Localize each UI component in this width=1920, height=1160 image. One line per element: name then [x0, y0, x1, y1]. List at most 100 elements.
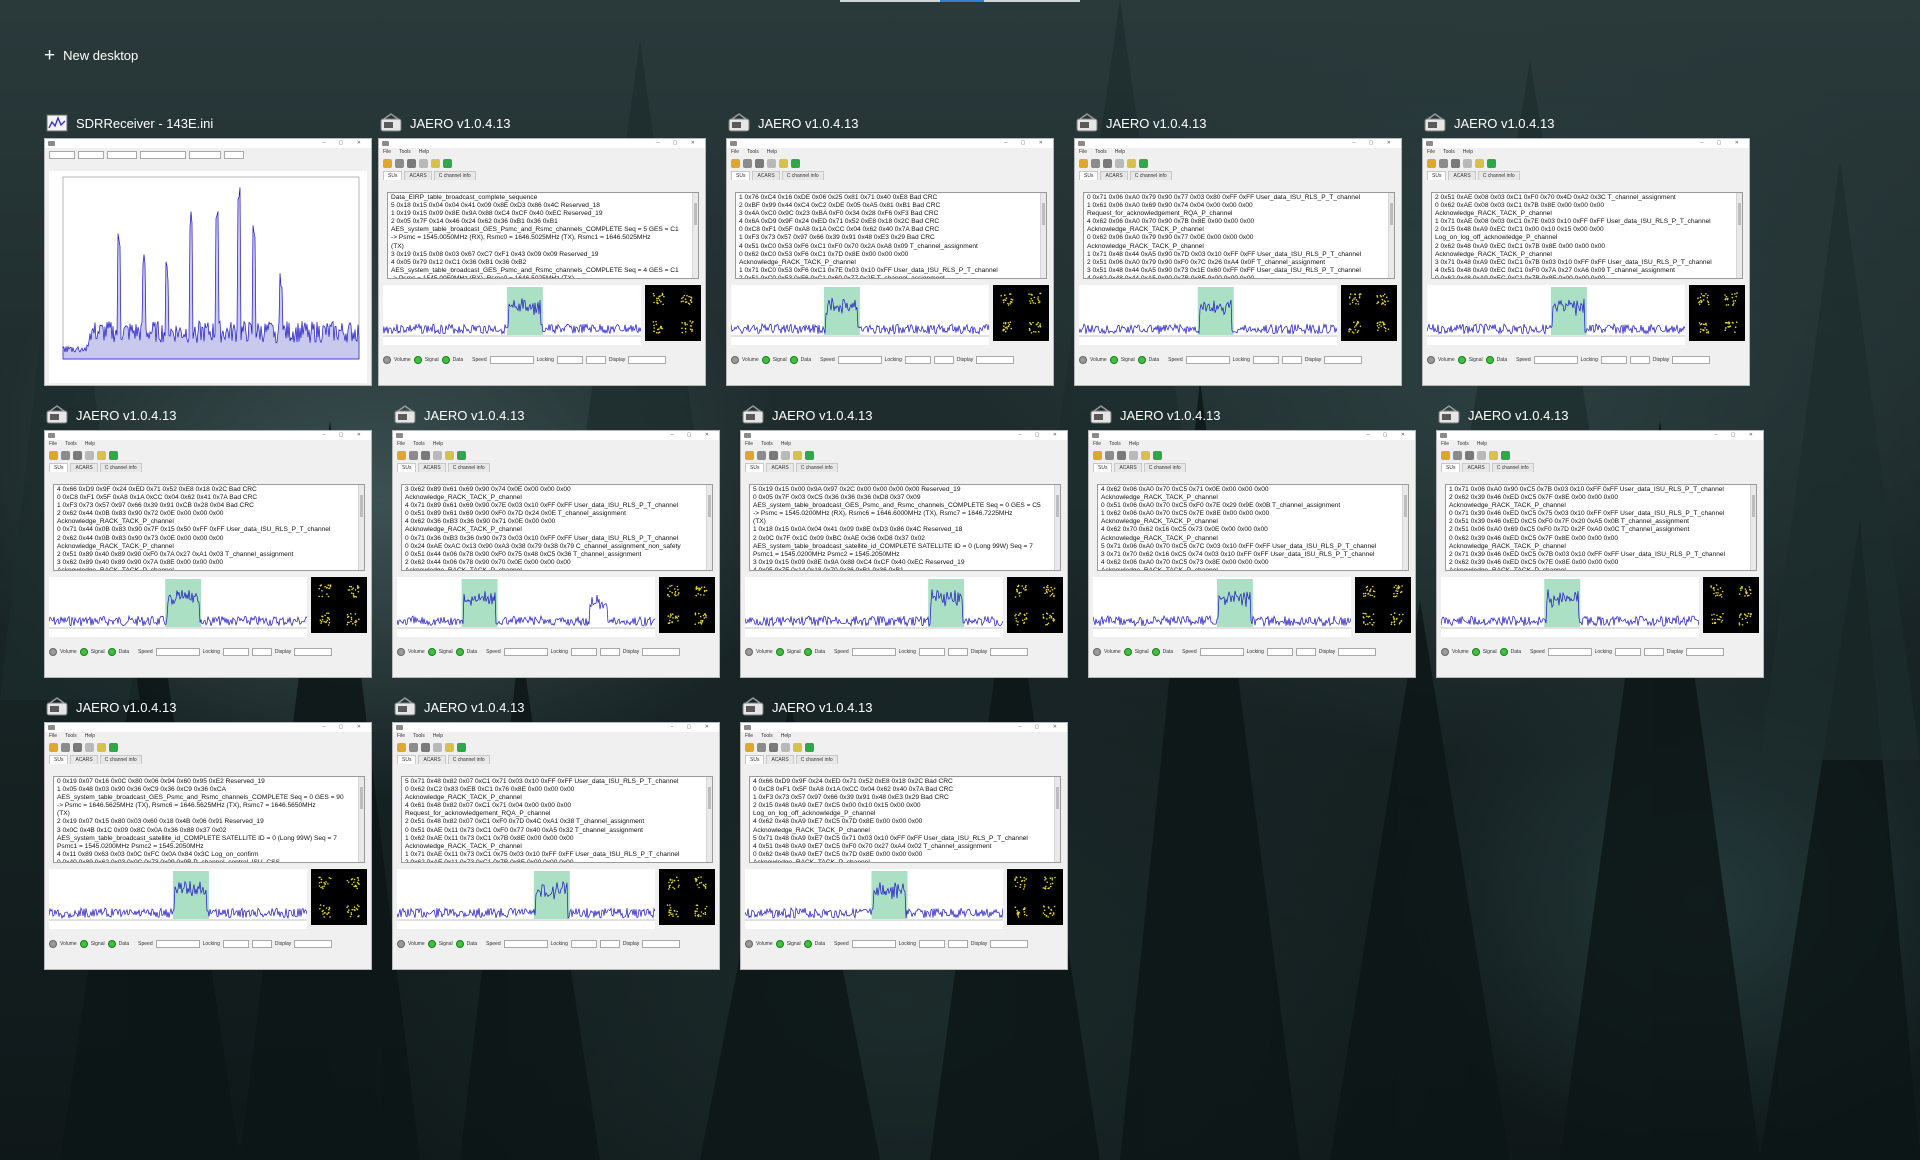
afc-select[interactable] [251, 648, 272, 656]
tool-icon[interactable] [407, 158, 416, 168]
menu-help[interactable]: Help [85, 441, 95, 447]
menu-file[interactable]: File [397, 441, 405, 447]
window-jaero[interactable]: JAERO v1.0.4.13 – ▢ ✕ File Tools Help SUs ACAR… [1088, 400, 1416, 694]
tool-icon[interactable] [805, 450, 814, 460]
tool-icon[interactable] [1475, 158, 1484, 168]
tab-c-channel-info[interactable]: C channel info [1491, 463, 1534, 472]
tool-icon[interactable] [1093, 450, 1102, 460]
tab-acars[interactable]: ACARS [404, 171, 432, 180]
afc-select[interactable] [585, 356, 606, 364]
tool-icon[interactable] [49, 450, 58, 460]
tab-sus[interactable]: SUs [745, 755, 765, 764]
tool-icon[interactable] [805, 742, 814, 752]
log-scrollbar[interactable] [706, 777, 712, 862]
tab-acars[interactable]: ACARS [418, 463, 446, 472]
tool-icon[interactable] [755, 158, 764, 168]
tool-icon[interactable] [1477, 450, 1486, 460]
tool-icon[interactable] [757, 742, 766, 752]
tool-icon[interactable] [73, 742, 82, 752]
menu-tools[interactable]: Tools [1109, 441, 1121, 447]
menu-tools[interactable]: Tools [399, 149, 411, 155]
tool-icon[interactable] [61, 450, 70, 460]
tool-icon[interactable] [61, 742, 70, 752]
tab-c-channel-info[interactable]: C channel info [1129, 171, 1172, 180]
speed-select[interactable] [851, 940, 896, 948]
volume-knob[interactable] [397, 648, 405, 656]
tool-icon[interactable] [1117, 450, 1126, 460]
volume-knob[interactable] [1093, 648, 1101, 656]
menu-help[interactable]: Help [85, 733, 95, 739]
tab-acars[interactable]: ACARS [70, 463, 98, 472]
tool-icon[interactable] [781, 742, 790, 752]
window-thumbnail[interactable]: – ▢ ✕ File Tools Help SUs ACARS C channel info… [1436, 430, 1764, 678]
tool-icon[interactable] [443, 158, 452, 168]
tool-icon[interactable] [1105, 450, 1114, 460]
tool-icon[interactable] [1439, 158, 1448, 168]
tab-c-channel-info[interactable]: C channel info [1143, 463, 1186, 472]
volume-knob[interactable] [49, 648, 57, 656]
tool-icon[interactable] [1463, 158, 1472, 168]
window-jaero[interactable]: JAERO v1.0.4.13 – ▢ ✕ File Tools Help SUs ACAR… [726, 108, 1054, 402]
window-thumbnail[interactable]: – ▢ ✕ File Tools Help SUs ACARS C channel info… [1074, 138, 1402, 386]
tool-icon[interactable] [457, 450, 466, 460]
afc-select[interactable] [947, 940, 968, 948]
tool-icon[interactable] [421, 742, 430, 752]
menu-file[interactable]: File [745, 733, 753, 739]
afc-select[interactable] [1295, 648, 1316, 656]
log-scrollbar[interactable] [358, 777, 364, 862]
display-select[interactable] [642, 648, 681, 656]
log-scrollbar[interactable] [1054, 777, 1060, 862]
tool-icon[interactable] [731, 158, 740, 168]
tool-icon[interactable] [1451, 158, 1460, 168]
tool-icon[interactable] [431, 158, 440, 168]
volume-knob[interactable] [1441, 648, 1449, 656]
tool-icon[interactable] [85, 450, 94, 460]
display-select[interactable] [642, 940, 681, 948]
tab-acars[interactable]: ACARS [752, 171, 780, 180]
tool-icon[interactable] [1129, 450, 1138, 460]
tool-icon[interactable] [1103, 158, 1112, 168]
display-select[interactable] [976, 356, 1015, 364]
menu-file[interactable]: File [745, 441, 753, 447]
tool-icon[interactable] [1465, 450, 1474, 460]
tool-icon[interactable] [445, 742, 454, 752]
menu-tools[interactable]: Tools [1095, 149, 1107, 155]
tab-c-channel-info[interactable]: C channel info [1477, 171, 1520, 180]
tool-icon[interactable] [433, 450, 442, 460]
menu-tools[interactable]: Tools [65, 441, 77, 447]
menu-file[interactable]: File [1441, 441, 1449, 447]
tab-c-channel-info[interactable]: C channel info [795, 755, 838, 764]
window-thumbnail[interactable]: – ▢ ✕ File Tools Help SUs ACARS C channel info… [44, 722, 372, 970]
tab-acars[interactable]: ACARS [70, 755, 98, 764]
tool-icon[interactable] [1079, 158, 1088, 168]
tab-sus[interactable]: SUs [397, 463, 417, 472]
tab-sus[interactable]: SUs [1427, 171, 1447, 180]
menu-file[interactable]: File [49, 733, 57, 739]
tab-sus[interactable]: SUs [731, 171, 751, 180]
menu-file[interactable]: File [397, 733, 405, 739]
menu-help[interactable]: Help [781, 733, 791, 739]
log-scrollbar[interactable] [706, 485, 712, 570]
menu-help[interactable]: Help [1115, 149, 1125, 155]
speed-select[interactable] [837, 356, 882, 364]
log-scrollbar[interactable] [1388, 193, 1394, 278]
locking-select[interactable] [918, 940, 945, 948]
menu-help[interactable]: Help [781, 441, 791, 447]
message-log[interactable]: 1 0x76 0xC4 0x16 0xDE 0x06 0x25 0x81 0x7… [735, 192, 1047, 279]
afc-select[interactable] [251, 940, 272, 948]
tab-acars[interactable]: ACARS [418, 755, 446, 764]
tab-c-channel-info[interactable]: C channel info [781, 171, 824, 180]
menu-tools[interactable]: Tools [65, 733, 77, 739]
tool-icon[interactable] [1127, 158, 1136, 168]
window-jaero[interactable]: JAERO v1.0.4.13 – ▢ ✕ File Tools Help SUs ACAR… [392, 400, 720, 694]
log-scrollbar[interactable] [358, 485, 364, 570]
message-log[interactable]: 1 0x71 0x06 0xA0 0x90 0xC5 0x7B 0x03 0x1… [1445, 484, 1757, 571]
tool-icon[interactable] [1441, 450, 1450, 460]
locking-select[interactable] [904, 356, 931, 364]
tool-icon[interactable] [779, 158, 788, 168]
log-scrollbar[interactable] [1402, 485, 1408, 570]
locking-select[interactable] [570, 648, 597, 656]
tool-icon[interactable] [433, 742, 442, 752]
tab-acars[interactable]: ACARS [1100, 171, 1128, 180]
message-log[interactable]: Data_EIRP_table_broadcast_complete_seque… [387, 192, 699, 279]
